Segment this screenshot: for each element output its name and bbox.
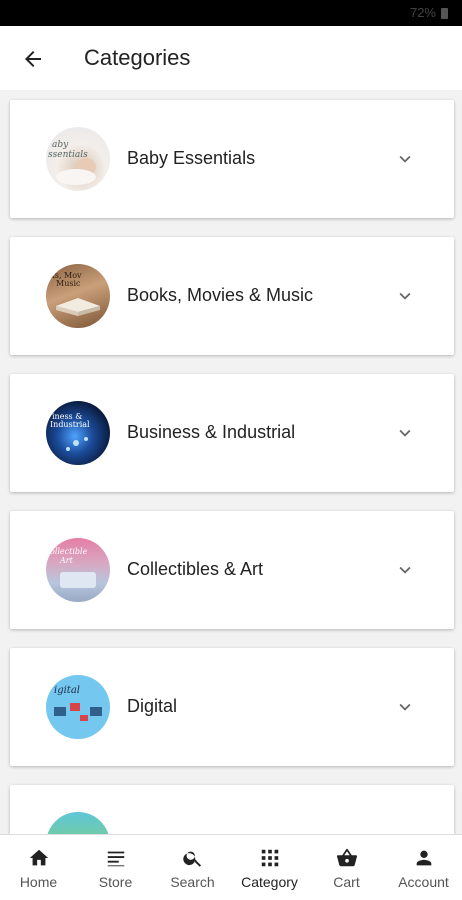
arrow-left-icon — [25, 51, 41, 67]
svg-text:Music: Music — [56, 279, 81, 288]
category-card-collectibles-art[interactable]: ollectible Art Collectibles & Art — [10, 511, 454, 629]
nav-label: Account — [398, 874, 449, 890]
category-thumbnail: iness & Industrial — [46, 401, 110, 465]
nav-label: Cart — [333, 874, 360, 890]
category-card-digital[interactable]: igital Digital — [10, 648, 454, 766]
category-grid-icon — [261, 849, 278, 867]
category-label: Baby Essentials — [127, 148, 256, 168]
home-icon — [29, 849, 48, 866]
app-bar: Categories — [0, 26, 462, 90]
svg-text:Art: Art — [59, 556, 74, 565]
svg-text:Industrial: Industrial — [50, 420, 90, 429]
category-thumbnail: igital — [46, 675, 110, 739]
chevron-down-icon[interactable] — [394, 696, 416, 718]
svg-text:ssentials: ssentials — [48, 150, 88, 160]
nav-search[interactable]: Search — [154, 835, 231, 900]
battery-icon — [441, 8, 448, 19]
cart-basket-icon — [336, 848, 357, 867]
category-thumbnail — [46, 812, 110, 834]
bottom-navigation: Home Store Search Category Cart Account — [0, 834, 462, 900]
nav-label: Home — [19, 874, 58, 890]
category-label: Business & Industrial — [127, 422, 296, 442]
battery-percentage: 72% — [409, 5, 436, 20]
nav-store[interactable]: Store — [77, 835, 154, 900]
category-list[interactable]: aby ssentials Baby Essentials ks, Mov Mu… — [0, 90, 462, 834]
category-card-baby-essentials[interactable]: aby ssentials Baby Essentials — [10, 100, 454, 218]
category-label: Books, Movies & Music — [127, 285, 314, 305]
category-label: Collectibles & Art — [127, 559, 264, 579]
chevron-down-icon[interactable] — [394, 559, 416, 581]
svg-text:ollectible: ollectible — [50, 547, 88, 556]
svg-text:igital: igital — [54, 685, 80, 696]
category-thumbnail: ollectible Art — [46, 538, 110, 602]
nav-home[interactable]: Home — [0, 835, 77, 900]
category-card-partial[interactable] — [10, 785, 454, 834]
chevron-down-icon[interactable] — [394, 285, 416, 307]
category-card-books-movies-music[interactable]: ks, Mov Music Books, Movies & Music — [10, 237, 454, 355]
nav-account[interactable]: Account — [385, 835, 462, 900]
category-card-business-industrial[interactable]: iness & Industrial Business & Industrial — [10, 374, 454, 492]
status-bar: 72% — [0, 0, 462, 26]
svg-text:aby: aby — [52, 140, 69, 150]
chevron-down-icon[interactable] — [394, 422, 416, 444]
account-icon — [416, 850, 431, 866]
category-thumbnail: ks, Mov Music — [46, 264, 110, 328]
page-title: Categories — [84, 45, 191, 70]
nav-label: Store — [98, 874, 133, 890]
back-button[interactable] — [18, 44, 48, 74]
store-icon — [107, 851, 124, 867]
search-icon — [182, 851, 201, 867]
chevron-down-icon[interactable] — [394, 148, 416, 170]
nav-cart[interactable]: Cart — [308, 835, 385, 900]
nav-label: Search — [170, 874, 215, 890]
category-thumbnail: aby ssentials — [46, 127, 110, 191]
category-label: Digital — [127, 696, 178, 716]
nav-category[interactable]: Category — [231, 835, 308, 900]
nav-label: Category — [241, 874, 298, 890]
